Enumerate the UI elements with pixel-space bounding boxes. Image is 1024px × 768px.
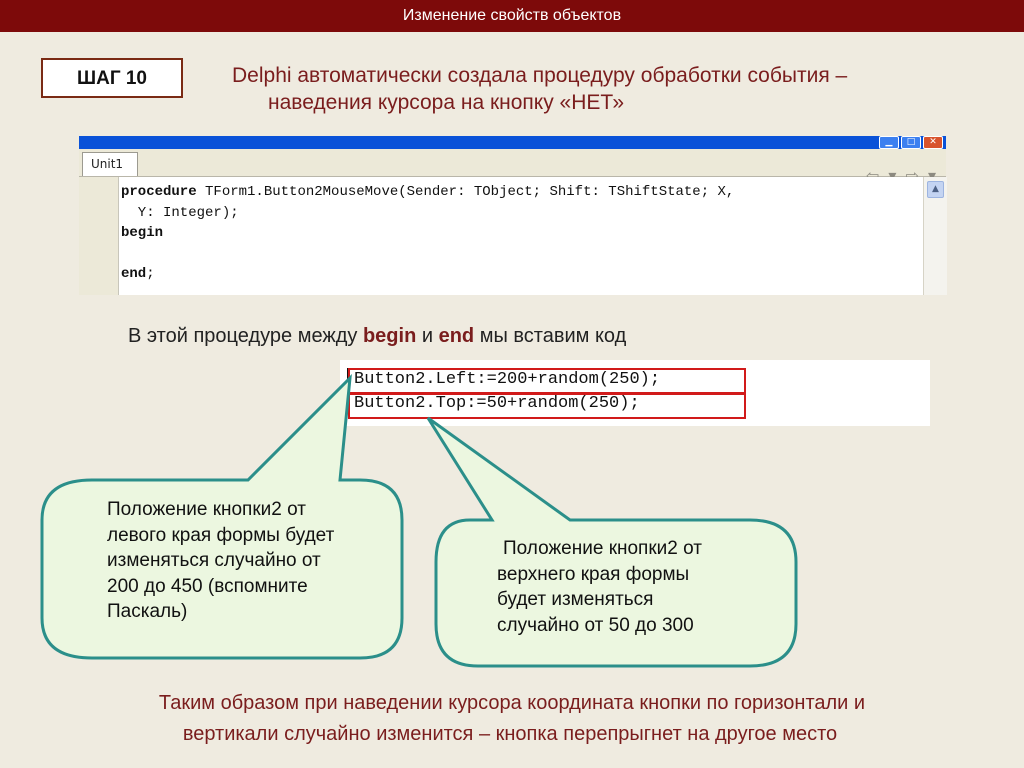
editor-gutter [79, 177, 119, 295]
maximize-icon[interactable]: □ [901, 136, 921, 149]
close-icon[interactable]: ✕ [923, 136, 943, 149]
tab-unit1[interactable]: Unit1 [82, 152, 138, 176]
highlight-box-top [348, 393, 746, 419]
code-area[interactable]: procedure TForm1.Button2MouseMove(Sender… [119, 177, 923, 295]
intro-line-1: Delphi автоматически создала процедуру о… [232, 64, 848, 87]
instruction-text: В этой процедуре между begin и end мы вс… [128, 325, 627, 347]
code-line-2: Y: Integer); [121, 204, 239, 221]
scroll-up-arrow-icon[interactable]: ▲ [927, 181, 944, 198]
callout-left-text: Положение кнопки2 от левого края формы б… [107, 499, 335, 622]
keyword-end: end [438, 325, 475, 347]
callout-right-text: Положение кнопки2 от верхнего края формы… [497, 538, 702, 636]
conclusion-line-2: вертикали случайно изменится – кнопка пе… [182, 723, 838, 745]
code-snippet: Button2.Left:=200+random(250); Button2.T… [340, 360, 930, 426]
code-line-3: begin [121, 225, 164, 241]
vertical-scrollbar[interactable]: ▲ [923, 177, 947, 295]
intro-line-2: наведения курсора на кнопку «НЕТ» [268, 91, 624, 114]
editor-title-bar: ▁ □ ✕ [79, 136, 946, 149]
slide-title: Изменение свойств объектов [402, 7, 622, 24]
conclusion-text: Таким образом при наведении курсора коор… [0, 688, 1024, 750]
code-line-5: end; [121, 266, 155, 282]
step-badge: ШАГ 10 [41, 58, 183, 98]
code-text: procedure TForm1.Button2MouseMove(Sender… [121, 182, 734, 285]
code-editor-window: ▁ □ ✕ Unit1 ⇦ ▾ ⇨ ▾ procedure TForm1.But… [79, 136, 947, 295]
highlight-box-left [348, 368, 746, 394]
editor-tab-strip: Unit1 ⇦ ▾ ⇨ ▾ [79, 149, 946, 185]
code-line-1: procedure TForm1.Button2MouseMove(Sender… [121, 184, 735, 200]
keyword-begin: begin [362, 325, 417, 347]
intro-text: Delphi автоматически создала процедуру о… [232, 62, 847, 116]
minimize-icon[interactable]: ▁ [879, 136, 899, 149]
conclusion-line-1: Таким образом при наведении курсора коор… [158, 692, 866, 714]
